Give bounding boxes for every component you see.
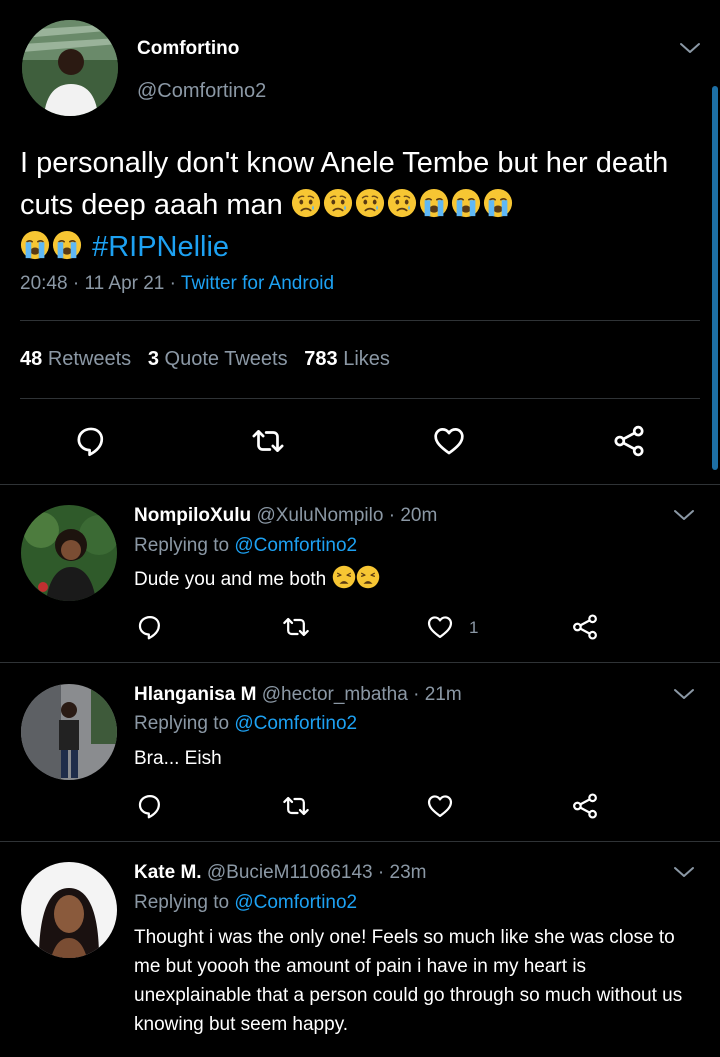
author-handle[interactable]: @Comfortino2 [137,80,266,103]
reply-author-handle[interactable]: @BucieM11066143 [207,862,373,883]
reply-author-handle[interactable]: @hector_mbatha [262,684,408,705]
reply-author-name[interactable]: NompiloXulu [134,505,251,526]
loudly-crying-face-icon [419,188,449,218]
chevron-down-icon[interactable] [673,865,695,879]
chevron-down-icon[interactable] [673,508,695,522]
reply-icon[interactable] [74,424,108,458]
quote-tweets-stat[interactable]: 3 Quote Tweets [148,348,288,370]
scrollbar[interactable] [712,86,718,470]
loudly-crying-face-icon [20,230,50,260]
divider [0,841,720,842]
reply-text: Thought i was the only one! Feels so muc… [134,927,683,1035]
reply-header: Hlanganisa M @hector_mbatha · 21m [134,684,462,705]
avatar[interactable] [21,505,117,601]
crying-face-icon [355,188,385,218]
reply-author-handle[interactable]: @XuluNompilo [256,505,383,526]
replying-to: Replying to @Comfortino2 [134,892,358,913]
like-icon[interactable] [426,792,454,820]
tweet-source-link[interactable]: Twitter for Android [181,273,334,294]
tweet-stats: 48 Retweets 3 Quote Tweets 783 Likes [20,348,390,371]
chevron-down-icon[interactable] [673,687,695,701]
loudly-crying-face-icon [52,230,82,260]
reply-header: NompiloXulu @XuluNompilo · 20m [134,505,438,526]
reply-icon[interactable] [136,792,164,820]
reply-age: 23m [389,862,427,883]
replying-to: Replying to @Comfortino2 [134,535,358,556]
likes-stat[interactable]: 783 Likes [304,348,390,370]
avatar[interactable] [21,862,117,958]
share-icon[interactable] [571,613,599,641]
retweet-icon[interactable] [251,424,285,458]
like-icon[interactable] [426,613,454,641]
replying-to-link[interactable]: @Comfortino2 [234,892,357,913]
avatar[interactable] [21,684,117,780]
avatar[interactable] [22,20,118,116]
chevron-down-icon[interactable] [679,41,701,55]
tweet-meta: 20:48 · 11 Apr 21 · Twitter for Android [20,273,335,294]
divider [0,662,720,663]
share-icon[interactable] [571,792,599,820]
reply-header: Kate M. @BucieM11066143 · 23m [134,862,427,883]
tweet-text: I personally don't know Anele Tembe but … [20,142,700,268]
loudly-crying-face-icon [483,188,513,218]
replying-to-link[interactable]: @Comfortino2 [234,713,357,734]
reply-author-name[interactable]: Kate M. [134,862,202,883]
crying-face-icon [291,188,321,218]
reply-text: Dude you and me both [134,565,694,594]
loudly-crying-face-icon [451,188,481,218]
share-icon[interactable] [612,424,646,458]
hashtag-link[interactable]: #RIPNellie [92,231,229,263]
reply-icon[interactable] [136,613,164,641]
tweet-date: 11 Apr 21 [84,273,165,294]
retweet-icon[interactable] [282,613,310,641]
reply-age: 21m [424,684,462,705]
replying-to-link[interactable]: @Comfortino2 [234,535,357,556]
reply-author-name[interactable]: Hlanganisa M [134,684,256,705]
weary-face-icon [332,565,356,589]
author-name[interactable]: Comfortino [137,38,239,60]
reply-age: 20m [400,505,438,526]
crying-face-icon [323,188,353,218]
divider [20,320,700,321]
reply-text: Bra... Eish [134,748,222,769]
retweet-icon[interactable] [282,792,310,820]
weary-face-icon [356,565,380,589]
like-icon[interactable] [432,424,466,458]
retweets-stat[interactable]: 48 Retweets [20,348,131,370]
tweet-time: 20:48 [20,273,68,294]
crying-face-icon [387,188,417,218]
divider [20,398,700,399]
replying-to: Replying to @Comfortino2 [134,713,358,734]
divider [0,484,720,485]
like-count: 1 [469,618,479,637]
